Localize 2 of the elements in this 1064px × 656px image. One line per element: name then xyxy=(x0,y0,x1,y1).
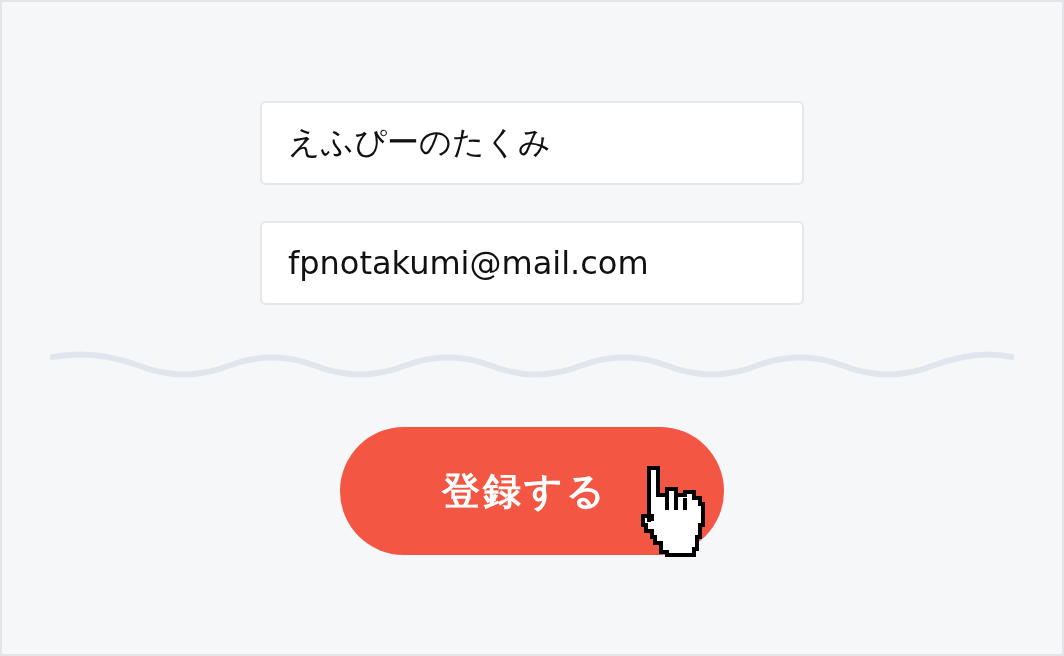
input-field[interactable]: fpnotakumi@mail.com xyxy=(260,221,804,305)
input-field[interactable]: えふぴーのたくみ xyxy=(260,101,804,185)
